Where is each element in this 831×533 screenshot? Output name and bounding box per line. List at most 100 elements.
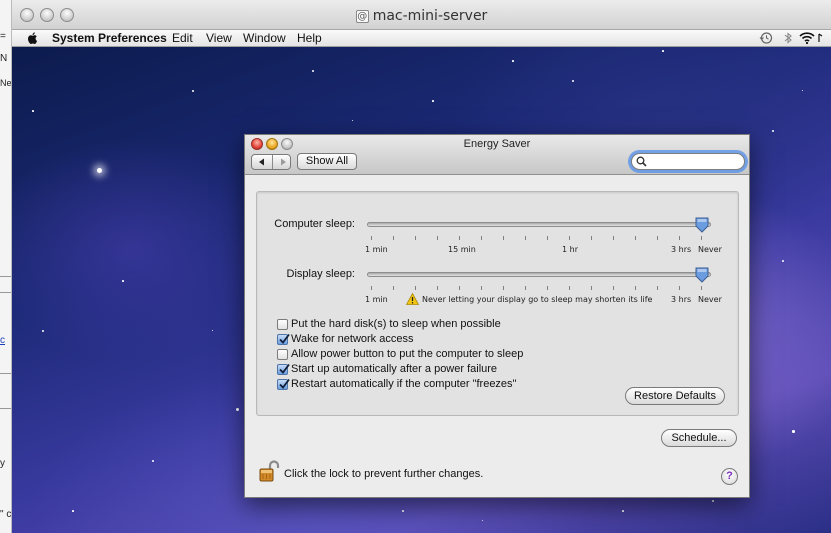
back-button[interactable] [252,155,272,169]
apple-logo-icon[interactable] [26,31,40,45]
star [782,260,784,262]
warning-triangle-icon [406,293,419,305]
tick-label: Never [698,295,722,304]
menu-bar: System Preferences Edit View Window Help [12,30,831,47]
divider [0,276,11,277]
checkbox-label: Restart automatically if the computer "f… [291,378,517,390]
remote-window-titlebar[interactable]: @ mac-mini-server [12,0,831,30]
menu-item-view[interactable]: View [206,31,232,45]
checkbox-label: Put the hard disk(s) to sleep when possi… [291,318,501,330]
background-text: " c [0,509,12,520]
divider [0,292,11,293]
checkbox[interactable] [277,363,290,375]
search-field[interactable] [631,153,745,170]
star [97,168,102,173]
forward-button[interactable] [272,155,290,169]
menu-extra-icon[interactable] [818,31,825,45]
show-all-button[interactable]: Show All [297,153,357,170]
star [192,90,194,92]
display-sleep-slider-knob[interactable] [695,267,709,283]
background-text: Ne [0,78,12,88]
star [352,120,353,121]
time-machine-icon[interactable] [759,31,773,45]
display-sleep-label: Display sleep: [286,268,355,280]
tick-label: 3 hrs [671,295,692,304]
star [512,60,514,62]
menu-app-name[interactable]: System Preferences [52,31,167,45]
back-arrow-icon [259,158,264,166]
menu-item-window[interactable]: Window [243,31,286,45]
restore-defaults-button[interactable]: Restore Defaults [625,387,725,405]
star [72,510,74,512]
checkbox-label: Allow power button to put the computer t… [291,348,524,360]
unlocked-padlock-icon[interactable] [259,460,281,484]
checkmark-icon [279,333,290,344]
at-sign-icon: @ [355,10,369,23]
divider [0,408,11,409]
search-input[interactable] [648,155,738,168]
computer-sleep-label: Computer sleep: [274,218,355,230]
background-text: = [0,31,6,42]
background-text: N [0,53,8,64]
background-link[interactable]: c [0,335,5,346]
forward-arrow-icon [280,158,286,166]
star [772,130,774,132]
tick-label: Never [698,245,722,254]
bluetooth-icon[interactable] [783,31,793,45]
star [482,520,483,521]
star [792,430,795,433]
schedule-button[interactable]: Schedule... [661,429,737,447]
checkmark-icon [279,363,290,374]
checkbox[interactable] [277,319,288,330]
energy-saver-window: Energy Saver Show All Computer sleep: 1 … [244,134,750,498]
menu-extras [759,31,825,46]
tick-label: 15 min [448,245,476,254]
display-sleep-ticks [371,286,707,292]
energy-saver-toolbar: Energy Saver Show All [245,135,749,175]
help-button[interactable]: ? [721,468,738,485]
star [122,280,124,282]
menu-item-help[interactable]: Help [297,31,322,45]
remote-desktop: System Preferences Edit View Window Help [12,30,831,533]
magnifier-icon [636,156,647,167]
computer-sleep-slider-knob[interactable] [695,217,709,233]
star [32,110,34,112]
tick-label: 3 hrs [671,245,692,254]
checkbox[interactable] [277,378,290,390]
wifi-icon[interactable] [799,31,815,45]
star [712,500,714,502]
checkbox-label: Wake for network access [291,333,414,345]
back-forward-control [251,154,291,170]
star [42,330,44,332]
star [662,50,664,52]
checkmark-icon [279,378,290,389]
menu-item-edit[interactable]: Edit [172,31,193,45]
lock-text: Click the lock to prevent further change… [284,468,484,480]
checkbox[interactable] [277,333,290,345]
star [152,460,154,462]
tick-label: 1 hr [562,245,578,254]
star [622,510,624,512]
settings-group-box: Computer sleep: 1 min 15 min 1 hr 3 hrs … [256,191,739,416]
warning-text: Never letting your display go to sleep m… [422,295,653,304]
checkbox-label: Start up automatically after a power fai… [291,363,498,375]
divider [0,373,11,374]
background-text: y [0,458,5,469]
checkbox[interactable] [277,349,288,360]
display-sleep-warning: Never letting your display go to sleep m… [406,293,653,305]
window-title: @ mac-mini-server [12,8,831,24]
computer-sleep-slider-track[interactable] [367,222,711,227]
star [212,330,213,331]
energy-saver-title: Energy Saver [463,138,531,150]
background-window-strip: = N Ne c y " c [0,0,12,533]
computer-sleep-ticks [371,236,707,242]
display-sleep-slider-track[interactable] [367,272,711,277]
window-title-text: mac-mini-server [372,8,488,24]
star [572,80,574,82]
star [432,100,434,102]
star [312,70,314,72]
star [402,510,404,512]
tick-label: 1 min [365,295,388,304]
star [802,90,803,91]
tick-label: 1 min [365,245,388,254]
